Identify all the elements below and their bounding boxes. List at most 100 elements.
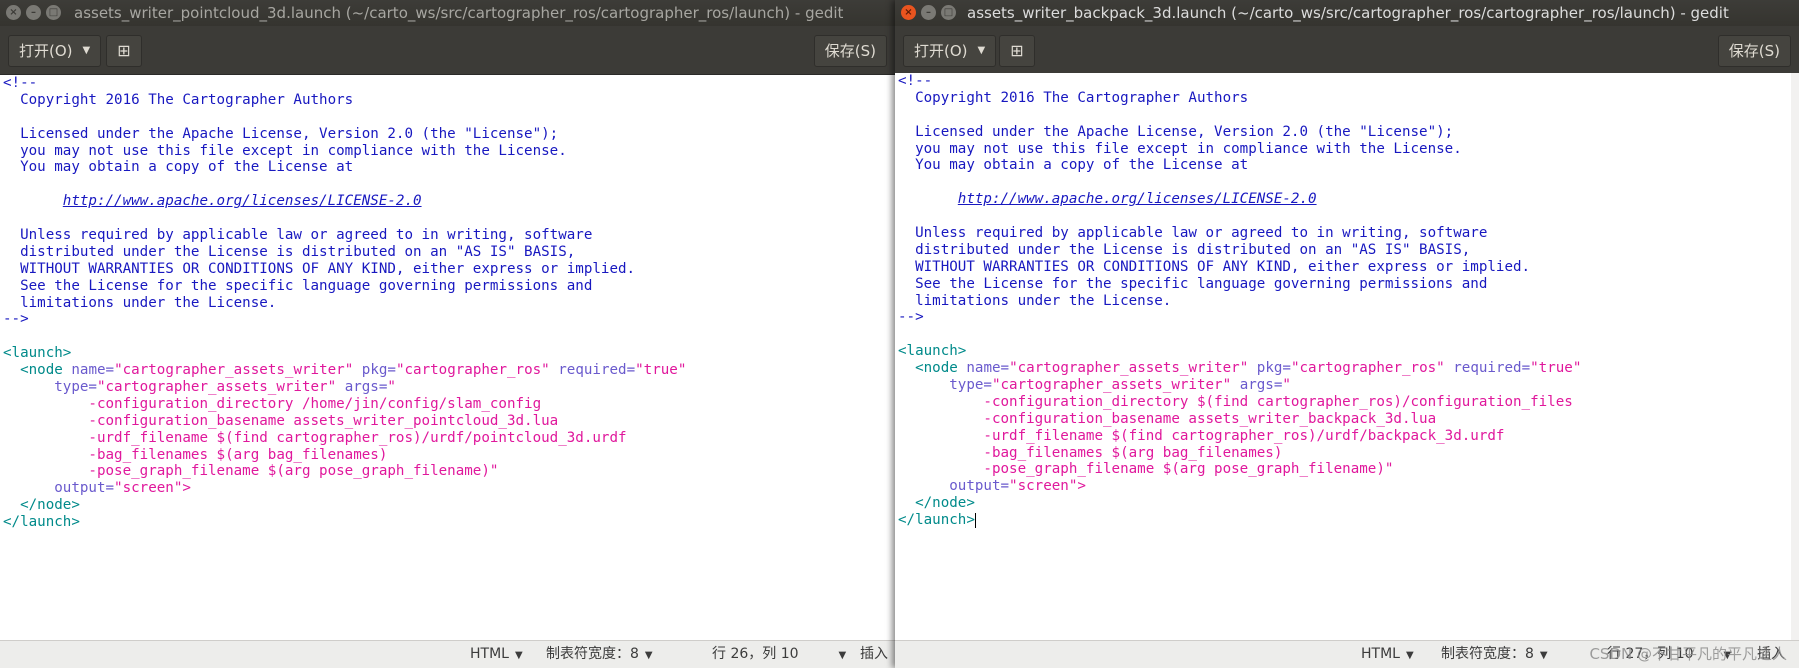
language-selector[interactable]: HTML ▼ [470, 641, 523, 668]
save-button[interactable]: 保存(S) [813, 35, 887, 67]
text-cursor [974, 513, 976, 529]
code-value: " [1282, 377, 1291, 394]
save-button[interactable]: 保存(S) [1717, 35, 1791, 67]
code-value: -configuration_directory $(find cartogra… [983, 393, 1573, 410]
code-text: --> [3, 311, 29, 328]
code-attr: type= [54, 379, 97, 396]
code-text: you may not use this file except in comp… [3, 142, 567, 159]
code-text: See the License for the specific languag… [898, 275, 1488, 292]
code-text: WITHOUT WARRANTIES OR CONDITIONS OF ANY … [3, 260, 636, 277]
code-value: " [387, 379, 396, 396]
code-text: distributed under the License is distrib… [3, 243, 576, 260]
code-attr: output= [54, 480, 115, 497]
code-text: You may obtain a copy of the License at [898, 157, 1249, 174]
tab-width-selector[interactable]: 制表符宽度：8 ▼ [546, 641, 653, 668]
code-text: WITHOUT WARRANTIES OR CONDITIONS OF ANY … [898, 258, 1531, 275]
cursor-position-label: 行 26，列 10 [712, 646, 799, 662]
chevron-down-icon: ▼ [514, 650, 523, 661]
code-text: <!-- [3, 75, 38, 91]
code-value: "cartographer_assets_writer" [114, 362, 354, 379]
language-label: HTML [1361, 646, 1400, 662]
tab-width-label: 制表符宽度：8 [546, 646, 639, 662]
tab-width-selector[interactable]: 制表符宽度：8 ▼ [1441, 641, 1548, 668]
code-tag: <node [915, 360, 958, 377]
code-value: "screen"> [114, 480, 191, 497]
code-text: You may obtain a copy of the License at [3, 159, 354, 176]
code-tag: </node> [20, 497, 80, 514]
license-link[interactable]: http://www.apache.org/licenses/LICENSE-2… [63, 193, 422, 209]
code-tag: </launch> [3, 514, 80, 531]
gedit-window-right[interactable]: × – □ assets_writer_backpack_3d.launch (… [895, 0, 1799, 668]
code-tag: <launch> [898, 343, 967, 360]
maximize-icon[interactable]: □ [941, 5, 956, 20]
code-attr: args= [344, 379, 388, 396]
close-icon[interactable]: × [6, 5, 21, 20]
code-value: "true" [635, 362, 687, 379]
insert-mode[interactable]: 插入 [860, 641, 888, 668]
code-text: limitations under the License. [898, 292, 1172, 309]
language-label: HTML [470, 646, 509, 662]
code-value: "true" [1530, 360, 1582, 377]
text-editor[interactable]: <!-- Copyright 2016 The Cartographer Aut… [0, 75, 895, 641]
code-value: -configuration_directory /home/jin/confi… [88, 395, 542, 412]
open-button[interactable]: 打开(O) ▼ [8, 35, 102, 67]
cursor-position[interactable]: 行 26，列 10 ▼ [712, 641, 846, 668]
code-text: you may not use this file except in comp… [898, 140, 1462, 157]
vertical-scrollbar[interactable] [1791, 73, 1799, 641]
code-attr: pkg= [361, 362, 396, 379]
chevron-down-icon: ▼ [1539, 650, 1548, 661]
code-value: -bag_filenames $(arg bag_filenames) [88, 446, 388, 463]
watermark: CSDN @不甘平凡的平凡之人 [1589, 645, 1787, 663]
code-value: "cartographer_assets_writer" [1009, 360, 1249, 377]
license-link[interactable]: http://www.apache.org/licenses/LICENSE-2… [958, 191, 1317, 207]
code-view[interactable]: <!-- Copyright 2016 The Cartographer Aut… [0, 75, 895, 531]
chevron-down-icon: ▼ [82, 45, 91, 56]
code-value: "screen"> [1009, 478, 1086, 495]
code-text: Licensed under the Apache License, Versi… [898, 123, 1454, 140]
code-value: "cartographer_assets_writer" [96, 379, 337, 396]
close-icon[interactable]: × [901, 5, 916, 20]
chevron-down-icon: ▼ [977, 45, 986, 56]
code-tag: </launch> [898, 512, 975, 529]
code-attr: args= [1239, 377, 1283, 394]
code-attr: pkg= [1256, 360, 1291, 377]
code-text: limitations under the License. [3, 294, 277, 311]
chevron-down-icon: ▼ [1405, 650, 1414, 661]
new-document-button[interactable]: ⊞ [999, 35, 1035, 67]
maximize-icon[interactable]: □ [46, 5, 61, 20]
code-text: See the License for the specific languag… [3, 277, 593, 294]
new-document-icon: ⊞ [117, 41, 131, 60]
code-value: -pose_graph_filename $(arg pose_graph_fi… [88, 463, 499, 480]
code-value: "cartographer_ros" [395, 362, 550, 379]
code-text: <!-- [898, 73, 933, 89]
code-value: -bag_filenames $(arg bag_filenames) [983, 444, 1283, 461]
code-attr: required= [558, 362, 636, 379]
open-button[interactable]: 打开(O) ▼ [903, 35, 997, 67]
code-text: Unless required by applicable law or agr… [898, 225, 1488, 242]
new-document-button[interactable]: ⊞ [106, 35, 142, 67]
title-bar[interactable]: × – □ assets_writer_pointcloud_3d.launch… [0, 0, 895, 26]
tab-width-label: 制表符宽度：8 [1441, 646, 1534, 662]
status-bar: HTML ▼ 制表符宽度：8 ▼ 行 26，列 10 ▼ 插入 [0, 640, 895, 668]
chevron-down-icon: ▼ [838, 650, 847, 661]
code-view[interactable]: <!-- Copyright 2016 The Cartographer Aut… [895, 73, 1799, 529]
save-label: 保存(S) [1728, 42, 1780, 60]
code-text: Copyright 2016 The Cartographer Authors [898, 89, 1249, 106]
code-value: -urdf_filename $(find cartographer_ros)/… [983, 427, 1505, 444]
gedit-window-left[interactable]: × – □ assets_writer_pointcloud_3d.launch… [0, 0, 895, 668]
minimize-icon[interactable]: – [921, 5, 936, 20]
code-text: distributed under the License is distrib… [898, 241, 1471, 258]
language-selector[interactable]: HTML ▼ [1361, 641, 1414, 668]
title-bar[interactable]: × – □ assets_writer_backpack_3d.launch (… [895, 0, 1799, 26]
save-label: 保存(S) [824, 42, 876, 60]
window-title: assets_writer_backpack_3d.launch (~/cart… [967, 4, 1729, 22]
code-text: --> [898, 309, 924, 326]
code-value: "cartographer_ros" [1290, 360, 1445, 377]
code-text: Unless required by applicable law or agr… [3, 227, 593, 244]
code-value: -configuration_basename assets_writer_po… [88, 412, 559, 429]
insert-mode-label: 插入 [860, 646, 888, 662]
minimize-icon[interactable]: – [26, 5, 41, 20]
text-editor[interactable]: <!-- Copyright 2016 The Cartographer Aut… [895, 73, 1799, 641]
code-value: -configuration_basename assets_writer_ba… [983, 410, 1437, 427]
window-title: assets_writer_pointcloud_3d.launch (~/ca… [74, 4, 844, 22]
